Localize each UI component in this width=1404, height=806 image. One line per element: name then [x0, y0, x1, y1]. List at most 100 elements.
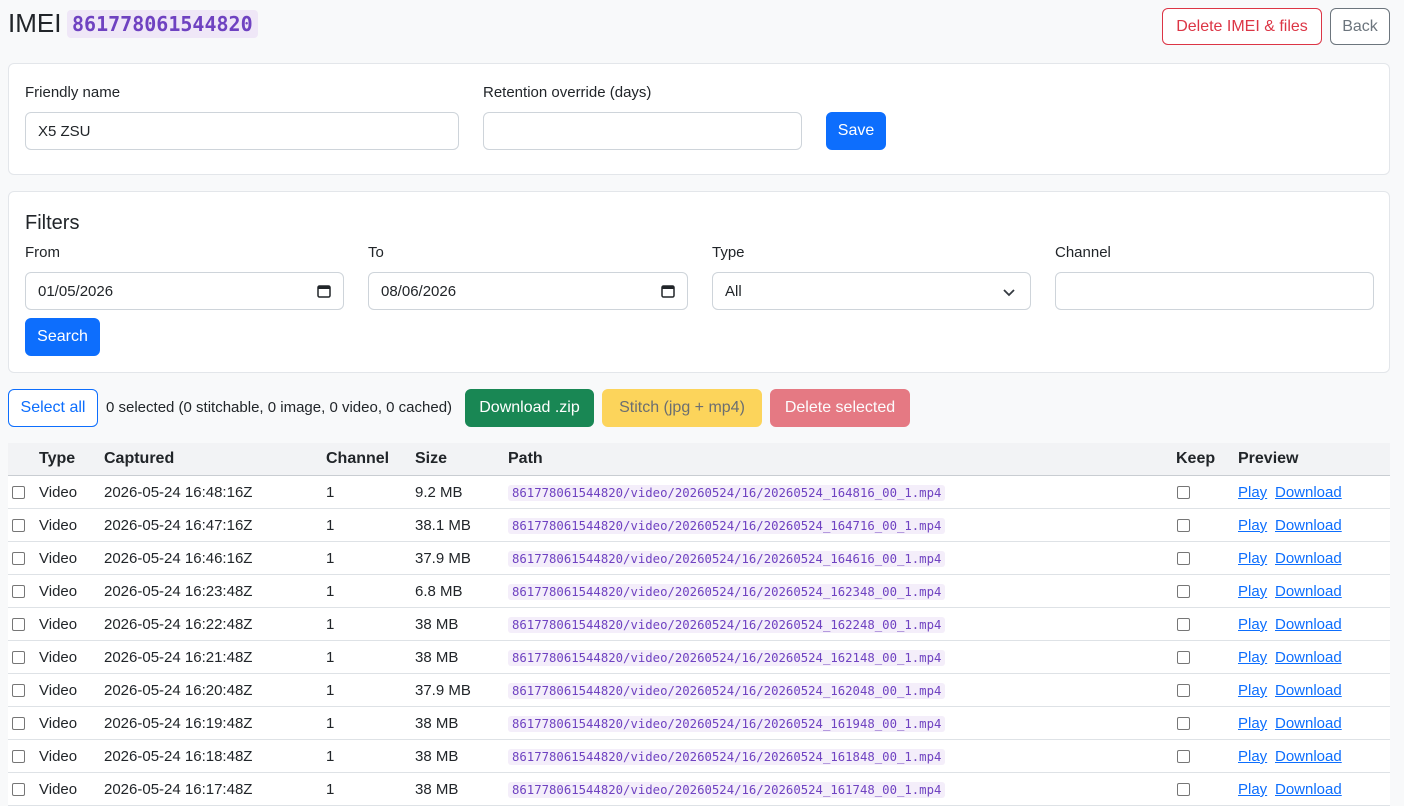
- download-link[interactable]: Download: [1275, 682, 1342, 699]
- row-keep-checkbox[interactable]: [1177, 585, 1190, 598]
- save-button[interactable]: Save: [826, 112, 886, 150]
- row-channel: 1: [326, 649, 335, 666]
- table-row: Video 2026-05-24 16:46:16Z 1 37.9 MB 8617780…: [8, 542, 1390, 575]
- row-captured: 2026-05-24 16:47:16Z: [104, 517, 253, 534]
- row-keep-checkbox[interactable]: [1177, 783, 1190, 796]
- files-table: Type Captured Channel Size Path Keep Pre…: [8, 443, 1390, 806]
- play-link[interactable]: Play: [1238, 781, 1267, 798]
- row-size: 9.2 MB: [415, 484, 463, 501]
- row-channel: 1: [326, 517, 335, 534]
- page-header: IMEI 861778061544820 Delete IMEI & files…: [8, 6, 1390, 46]
- channel-input[interactable]: [1055, 272, 1374, 310]
- row-select-checkbox[interactable]: [12, 552, 25, 565]
- chevron-down-icon: [1003, 289, 1015, 297]
- row-select-checkbox[interactable]: [12, 486, 25, 499]
- page-title: IMEI: [8, 8, 62, 38]
- play-link[interactable]: Play: [1238, 484, 1267, 501]
- row-captured: 2026-05-24 16:22:48Z: [104, 616, 253, 633]
- row-keep-checkbox[interactable]: [1177, 717, 1190, 730]
- download-link[interactable]: Download: [1275, 748, 1342, 765]
- from-label: From: [25, 244, 60, 261]
- calendar-icon[interactable]: [317, 284, 331, 298]
- row-type: Video: [39, 484, 78, 501]
- play-link[interactable]: Play: [1238, 715, 1267, 732]
- download-link[interactable]: Download: [1275, 616, 1342, 633]
- row-channel: 1: [326, 550, 335, 567]
- row-type: Video: [39, 781, 78, 798]
- download-link[interactable]: Download: [1275, 715, 1342, 732]
- select-all-button[interactable]: Select all: [8, 389, 98, 427]
- delete-imei-button[interactable]: Delete IMEI & files: [1162, 8, 1322, 45]
- row-size: 37.9 MB: [415, 550, 471, 567]
- row-channel: 1: [326, 616, 335, 633]
- row-path: 861778061544820/video/20260524/16/202605…: [508, 683, 946, 699]
- row-captured: 2026-05-24 16:21:48Z: [104, 649, 253, 666]
- download-zip-button[interactable]: Download .zip: [465, 389, 594, 427]
- row-type: Video: [39, 550, 78, 567]
- row-captured: 2026-05-24 16:48:16Z: [104, 484, 253, 501]
- row-keep-checkbox[interactable]: [1177, 684, 1190, 697]
- row-select-checkbox[interactable]: [12, 750, 25, 763]
- type-select-value: All: [725, 282, 742, 300]
- play-link[interactable]: Play: [1238, 550, 1267, 567]
- retention-input[interactable]: [483, 112, 802, 150]
- row-channel: 1: [326, 484, 335, 501]
- row-select-checkbox[interactable]: [12, 684, 25, 697]
- row-keep-checkbox[interactable]: [1177, 750, 1190, 763]
- calendar-icon[interactable]: [661, 284, 675, 298]
- search-button[interactable]: Search: [25, 318, 100, 356]
- back-button[interactable]: Back: [1330, 8, 1390, 45]
- row-select-checkbox[interactable]: [12, 585, 25, 598]
- row-keep-checkbox[interactable]: [1177, 486, 1190, 499]
- row-keep-checkbox[interactable]: [1177, 519, 1190, 532]
- table-body: Video 2026-05-24 16:48:16Z 1 9.2 MB 86177806…: [8, 476, 1390, 806]
- friendly-name-input[interactable]: X5 ZSU: [25, 112, 459, 150]
- row-path: 861778061544820/video/20260524/16/202605…: [508, 485, 946, 501]
- play-link[interactable]: Play: [1238, 649, 1267, 666]
- row-select-checkbox[interactable]: [12, 618, 25, 631]
- row-select-checkbox[interactable]: [12, 651, 25, 664]
- table-row: Video 2026-05-24 16:19:48Z 1 38 MB 861778061…: [8, 707, 1390, 740]
- stitch-button[interactable]: Stitch (jpg + mp4): [602, 389, 762, 427]
- table-row: Video 2026-05-24 16:22:48Z 1 38 MB 861778061…: [8, 608, 1390, 641]
- download-link[interactable]: Download: [1275, 484, 1342, 501]
- channel-label: Channel: [1055, 244, 1111, 261]
- row-captured: 2026-05-24 16:18:48Z: [104, 748, 253, 765]
- row-type: Video: [39, 649, 78, 666]
- to-date-input[interactable]: 08/06/2026: [368, 272, 688, 310]
- column-header-size: Size: [415, 450, 448, 467]
- from-date-input[interactable]: 01/05/2026: [25, 272, 344, 310]
- row-keep-checkbox[interactable]: [1177, 618, 1190, 631]
- row-path: 861778061544820/video/20260524/16/202605…: [508, 716, 946, 732]
- play-link[interactable]: Play: [1238, 517, 1267, 534]
- play-link[interactable]: Play: [1238, 748, 1267, 765]
- to-label: To: [368, 244, 384, 261]
- row-select-checkbox[interactable]: [12, 717, 25, 730]
- play-link[interactable]: Play: [1238, 583, 1267, 600]
- row-channel: 1: [326, 748, 335, 765]
- row-size: 38 MB: [415, 649, 459, 666]
- row-channel: 1: [326, 682, 335, 699]
- download-link[interactable]: Download: [1275, 583, 1342, 600]
- type-select[interactable]: All: [712, 272, 1031, 310]
- column-header-preview: Preview: [1238, 450, 1299, 467]
- play-link[interactable]: Play: [1238, 616, 1267, 633]
- row-size: 38 MB: [415, 748, 459, 765]
- download-link[interactable]: Download: [1275, 517, 1342, 534]
- column-header-path: Path: [508, 450, 543, 467]
- table-row: Video 2026-05-24 16:20:48Z 1 37.9 MB 8617780…: [8, 674, 1390, 707]
- row-captured: 2026-05-24 16:17:48Z: [104, 781, 253, 798]
- row-type: Video: [39, 682, 78, 699]
- row-keep-checkbox[interactable]: [1177, 552, 1190, 565]
- table-row: Video 2026-05-24 16:23:48Z 1 6.8 MB 86177806…: [8, 575, 1390, 608]
- row-select-checkbox[interactable]: [12, 519, 25, 532]
- download-link[interactable]: Download: [1275, 550, 1342, 567]
- download-link[interactable]: Download: [1275, 649, 1342, 666]
- download-link[interactable]: Download: [1275, 781, 1342, 798]
- row-select-checkbox[interactable]: [12, 783, 25, 796]
- row-type: Video: [39, 517, 78, 534]
- row-keep-checkbox[interactable]: [1177, 651, 1190, 664]
- play-link[interactable]: Play: [1238, 682, 1267, 699]
- delete-selected-button[interactable]: Delete selected: [770, 389, 910, 427]
- table-row: Video 2026-05-24 16:18:48Z 1 38 MB 861778061…: [8, 740, 1390, 773]
